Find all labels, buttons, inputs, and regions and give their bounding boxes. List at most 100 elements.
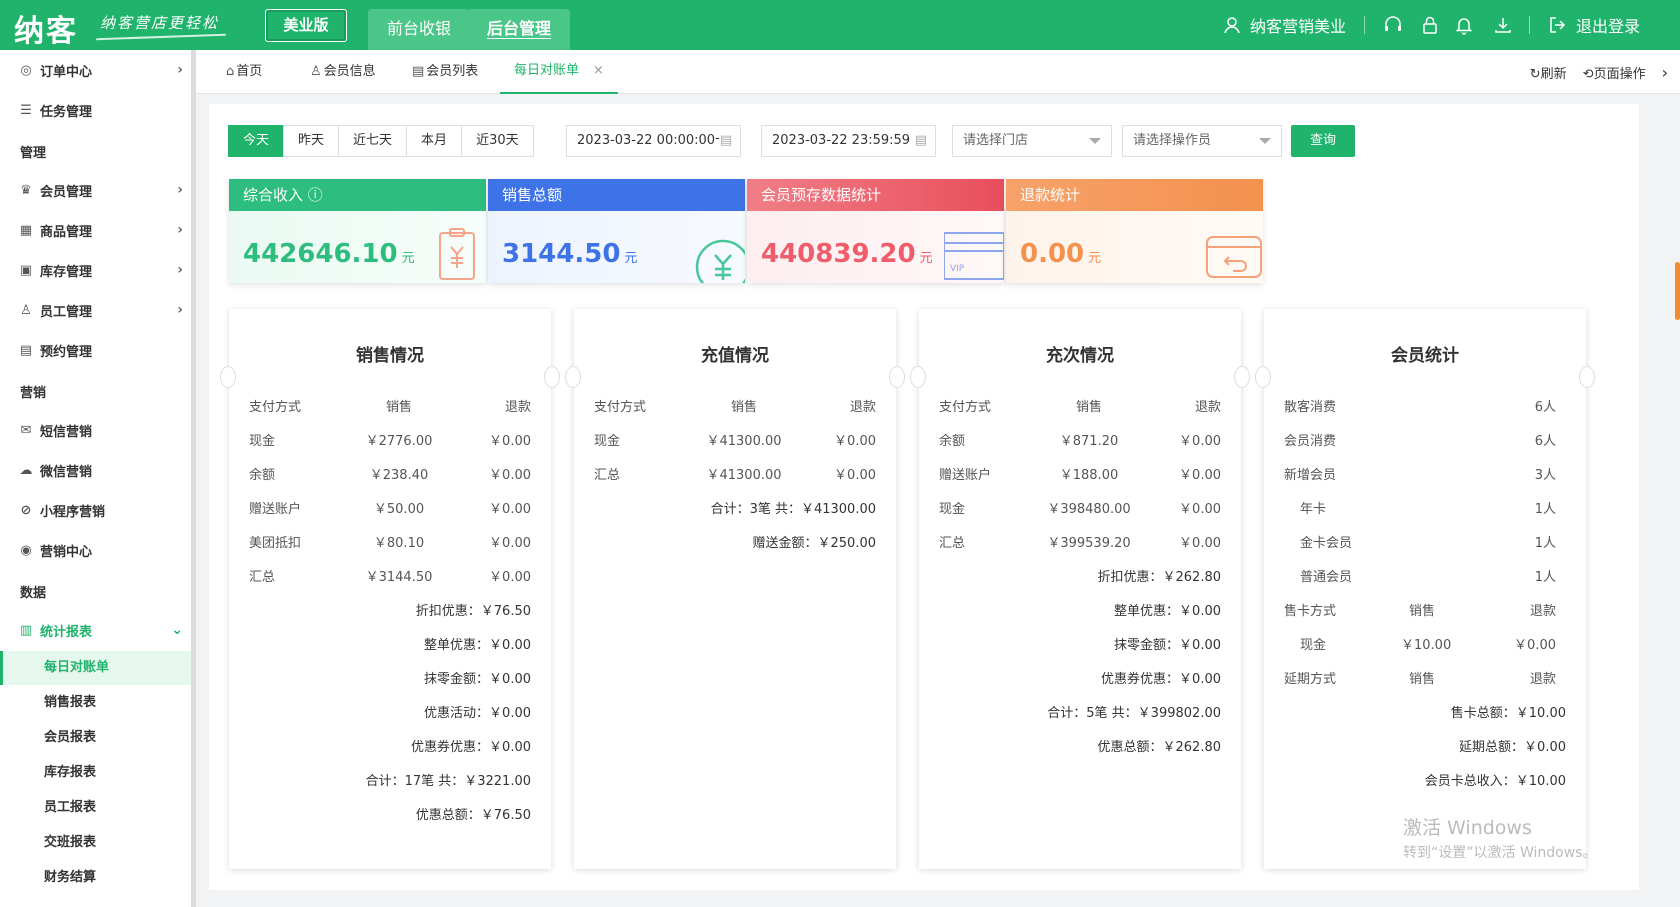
cell: 汇总 [594,468,621,483]
sidebar-item-label: 库存管理 [40,264,93,280]
sidebar-group-manage: 管理 [20,146,47,161]
sidebar-item-tasks[interactable]: ☰ 任务管理 [0,90,191,130]
sidebar-subitem-inventory-report[interactable]: 库存报表 [0,756,191,790]
panel-title: 销售情况 [356,346,424,366]
col-header: 退款 [1194,400,1221,415]
chevron-right-icon[interactable]: › [1662,63,1668,82]
cell: ￥3144.50 [365,570,433,585]
edition-badge[interactable]: 美业版 [265,9,347,42]
user-icon: ♙ [20,302,32,318]
filter-30days[interactable]: 近30天 [461,125,534,157]
tab-home[interactable]: ⌂ 首页 [226,50,262,94]
divider [1363,16,1365,34]
tab-front-cashier[interactable]: 前台收银 [368,9,471,50]
panel-notch [1579,366,1595,388]
vip-card-icon: VIP [944,232,1004,280]
sidebar-item-products[interactable]: ▦ 商品管理 › [0,210,191,250]
close-icon[interactable]: × [593,49,604,93]
cell: ￥50.00 [373,502,425,517]
sidebar-item-orders[interactable]: ◎ 订单中心 › [0,50,191,90]
cell: ￥0.00 [489,570,531,585]
cell: ￥0.00 [834,434,876,449]
headset-button[interactable] [1371,0,1415,50]
table-row: 余额 ￥871.20 ￥0.00 [939,430,1221,450]
date-quick-filters: 今天 昨天 近七天 本月 近30天 [228,125,534,157]
sidebar-item-appointments[interactable]: ▤ 预约管理 [0,330,191,370]
sidebar-item-members[interactable]: ♛ 会员管理 › [0,170,191,210]
sidebar-item-miniapp[interactable]: ⊘ 小程序营销 [0,490,191,530]
chevron-right-icon: › [177,302,183,318]
bell-button[interactable] [1445,0,1483,50]
sidebar-subitem-member-report[interactable]: 会员报表 [0,721,191,755]
lock-icon [1423,16,1437,34]
sidebar-subitem-finance[interactable]: 财务结算 [0,861,191,895]
tab-member-list[interactable]: ▤ 会员列表 [412,50,478,94]
sidebar-item-reports[interactable]: ▥ 统计报表 ⌄ [0,610,191,650]
sidebar-subitem-daily-statement[interactable]: 每日对账单 [0,651,191,685]
filter-today[interactable]: 今天 [228,125,285,157]
user-name: 纳客营销美业 [1249,17,1346,36]
list-icon: ☰ [20,102,32,118]
sidebar-item-label: 小程序营销 [40,504,106,520]
refresh-button[interactable]: ↻刷新 [1530,63,1567,82]
top-bar: 纳客 纳客营店更轻松 美业版 前台收银 后台管理 纳客营销美业 退出登录 [0,0,1680,50]
filter-yesterday[interactable]: 昨天 [283,125,340,157]
table-header: 支付方式 销售 退款 [249,396,531,416]
doc-icon: ▤ [412,64,425,79]
cell: 年卡 [1300,502,1327,517]
logout-button[interactable]: 退出登录 [1536,0,1680,50]
cell: 余额 [939,434,966,449]
panel-members: 会员统计 散客消费 6人 会员消费 6人 新增会员 3人 年卡 1人 金卡会员 1人 普通… [1255,309,1595,869]
summary-line: 优惠券优惠：￥0.00 [411,740,531,755]
sidebar-item-sms[interactable]: ✉ 短信营销 [0,410,191,450]
sidebar-item-label: 微信营销 [40,464,93,480]
sidebar-item-inventory[interactable]: ▣ 库存管理 › [0,250,191,290]
panel-notch [565,366,581,388]
cell: ￥398480.00 [1047,502,1131,517]
end-date-input[interactable]: 2023-03-22 23:59:59 ▤ [761,125,936,157]
sidebar-item-wechat[interactable]: ☁ 微信营销 [0,450,191,490]
summary-line: 会员卡总收入：￥10.00 [1424,774,1566,789]
sidebar-item-marketing-center[interactable]: ◉ 营销中心 [0,530,191,570]
table-row: 余额 ￥238.40 ￥0.00 [249,464,531,484]
sidebar-subitem-shift-report[interactable]: 交班报表 [0,826,191,860]
filter-7days[interactable]: 近七天 [338,125,408,157]
grid-icon: ▦ [19,222,33,238]
lock-button[interactable] [1415,0,1445,50]
cell: 现金 [1300,638,1327,653]
stat-value: 442646.10 [243,239,398,269]
stat-header: 退款统计 [1006,179,1263,211]
sidebar-subitem-staff-report[interactable]: 员工报表 [0,791,191,825]
cell: ￥0.00 [489,502,531,517]
download-button[interactable] [1483,0,1523,50]
store-select[interactable]: 请选择门店 [952,125,1112,157]
query-button[interactable]: 查询 [1291,125,1355,157]
sidebar-item-label: 员工管理 [40,304,93,320]
table-header: 售卡方式 销售 退款 [1284,600,1556,620]
panel-sales: 销售情况 支付方式 销售 退款 现金 ￥2776.00 ￥0.00 余额 ￥238.40 ￥… [220,309,560,869]
operator-select[interactable]: 请选择操作员 [1122,125,1282,157]
tab-daily-statement[interactable]: 每日对账单 × [500,50,618,94]
page-scrollbar[interactable] [1675,262,1680,320]
tab-member-info[interactable]: ♙ 会员信息 [310,50,376,94]
help-icon[interactable]: ⓘ [308,186,323,204]
table-row: 赠送账户 ￥50.00 ￥0.00 [249,498,531,518]
page-ops-button[interactable]: ⟲页面操作 [1583,63,1646,82]
stat-value: 3144.50 [502,239,621,269]
cell: 赠送账户 [939,468,992,483]
box-icon: ▣ [19,262,33,278]
sidebar-item-label: 预约管理 [40,344,93,360]
operator-placeholder: 请选择操作员 [1133,133,1212,148]
tab-backend-admin[interactable]: 后台管理 [468,9,571,50]
filter-month[interactable]: 本月 [406,125,463,157]
user-menu[interactable]: 纳客营销美业 [1210,0,1358,50]
sidebar-subitem-sales-report[interactable]: 销售报表 [0,686,191,720]
stat-card-refund: 退款统计 0.00 元 [1006,179,1263,283]
cell: ￥0.00 [834,468,876,483]
table-row: 汇总 ￥3144.50 ￥0.00 [249,566,531,586]
table-row: 美团抵扣 ￥80.10 ￥0.00 [249,532,531,552]
sidebar-item-staff[interactable]: ♙ 员工管理 › [0,290,191,330]
cell: ￥0.00 [1179,536,1221,551]
cell: ￥871.20 [1059,434,1119,449]
divider [1528,16,1530,34]
